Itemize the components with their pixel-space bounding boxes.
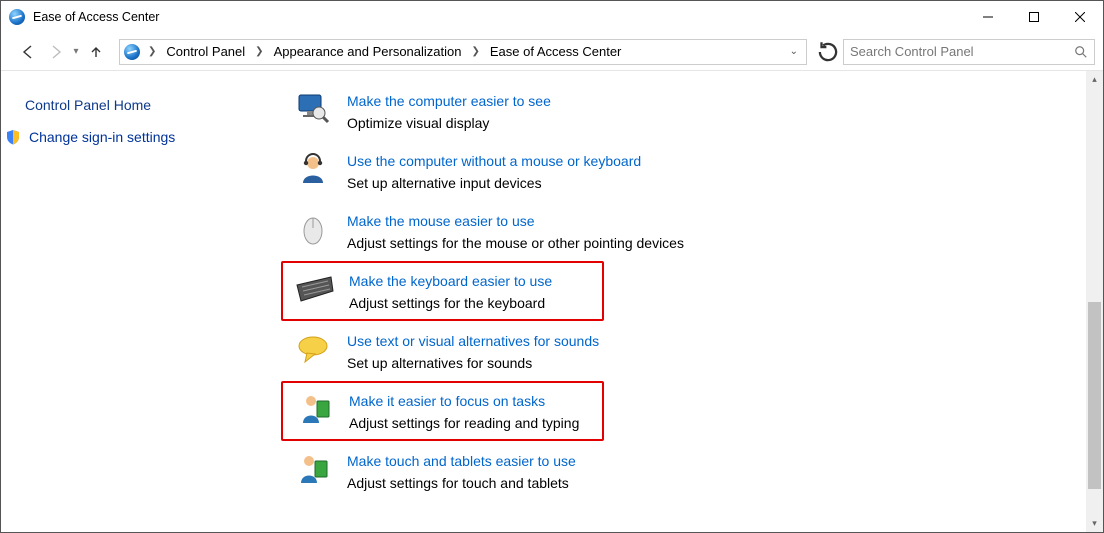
- search-placeholder: Search Control Panel: [850, 44, 1074, 59]
- scroll-track[interactable]: [1086, 88, 1103, 515]
- scroll-thumb[interactable]: [1088, 302, 1101, 490]
- minimize-button[interactable]: [965, 1, 1011, 33]
- option-row-highlighted: Make it easier to focus on tasks Adjust …: [281, 381, 604, 441]
- close-button[interactable]: [1057, 1, 1103, 33]
- speech-bubble-icon: [293, 329, 333, 369]
- person-book-icon: [293, 449, 333, 489]
- option-link[interactable]: Make the computer easier to see: [347, 91, 551, 111]
- breadcrumb-item[interactable]: Control Panel: [164, 44, 247, 59]
- search-icon: [1074, 45, 1088, 59]
- option-link[interactable]: Make the keyboard easier to use: [349, 271, 552, 291]
- sidebar-item-home[interactable]: Control Panel Home: [25, 89, 267, 121]
- option-link[interactable]: Make the mouse easier to use: [347, 211, 684, 231]
- option-link[interactable]: Make it easier to focus on tasks: [349, 391, 579, 411]
- recent-locations-dropdown[interactable]: ▾: [71, 46, 81, 57]
- chevron-right-icon[interactable]: ❯: [144, 46, 160, 57]
- options-list: Make the computer easier to see Optimize…: [279, 71, 1103, 532]
- sidebar: Control Panel Home Change sign-in settin…: [1, 71, 279, 532]
- option-row: Use the computer without a mouse or keyb…: [279, 141, 1103, 201]
- monitor-magnifier-icon: [293, 89, 333, 129]
- scroll-down-icon[interactable]: ▾: [1086, 515, 1103, 532]
- address-dropdown-icon[interactable]: ⌄: [786, 46, 802, 57]
- forward-button[interactable]: [43, 39, 69, 65]
- breadcrumb-item[interactable]: Appearance and Personalization: [272, 44, 464, 59]
- sidebar-item-signin[interactable]: Change sign-in settings: [25, 121, 267, 153]
- option-row: Make the computer easier to see Optimize…: [279, 81, 1103, 141]
- option-desc: Adjust settings for the keyboard: [349, 293, 552, 313]
- breadcrumb-item[interactable]: Ease of Access Center: [488, 44, 624, 59]
- option-link[interactable]: Use text or visual alternatives for soun…: [347, 331, 599, 351]
- headset-person-icon: [293, 149, 333, 189]
- shield-icon: [5, 129, 21, 145]
- option-desc: Adjust settings for reading and typing: [349, 413, 579, 433]
- refresh-button[interactable]: [815, 39, 841, 65]
- address-icon: [124, 44, 140, 60]
- nav-bar: ▾ ❯ Control Panel ❯ Appearance and Perso…: [1, 33, 1103, 71]
- ease-of-access-icon: [9, 9, 25, 25]
- search-input[interactable]: Search Control Panel: [843, 39, 1095, 65]
- mouse-icon: [293, 209, 333, 249]
- option-row: Make the mouse easier to use Adjust sett…: [279, 201, 1103, 261]
- option-link[interactable]: Use the computer without a mouse or keyb…: [347, 151, 641, 171]
- option-row: Use text or visual alternatives for soun…: [279, 321, 1103, 381]
- content-area: Control Panel Home Change sign-in settin…: [1, 71, 1103, 532]
- scroll-up-icon[interactable]: ▴: [1086, 71, 1103, 88]
- vertical-scrollbar[interactable]: ▴ ▾: [1086, 71, 1103, 532]
- option-desc: Set up alternatives for sounds: [347, 353, 599, 373]
- option-desc: Set up alternative input devices: [347, 173, 641, 193]
- sidebar-item-label: Change sign-in settings: [29, 129, 175, 145]
- option-desc: Adjust settings for touch and tablets: [347, 473, 576, 493]
- person-book-icon: [295, 389, 335, 429]
- chevron-right-icon[interactable]: ❯: [251, 46, 267, 57]
- up-button[interactable]: [83, 39, 109, 65]
- option-desc: Adjust settings for the mouse or other p…: [347, 233, 684, 253]
- address-bar[interactable]: ❯ Control Panel ❯ Appearance and Persona…: [119, 39, 807, 65]
- option-row: Make touch and tablets easier to use Adj…: [279, 441, 1103, 501]
- maximize-button[interactable]: [1011, 1, 1057, 33]
- option-desc: Optimize visual display: [347, 113, 551, 133]
- option-link[interactable]: Make touch and tablets easier to use: [347, 451, 576, 471]
- window-title: Ease of Access Center: [33, 10, 159, 24]
- title-bar: Ease of Access Center: [1, 1, 1103, 33]
- option-row-highlighted: Make the keyboard easier to use Adjust s…: [281, 261, 604, 321]
- keyboard-icon: [295, 269, 335, 309]
- chevron-right-icon[interactable]: ❯: [467, 46, 483, 57]
- sidebar-item-label: Control Panel Home: [25, 97, 151, 113]
- back-button[interactable]: [15, 39, 41, 65]
